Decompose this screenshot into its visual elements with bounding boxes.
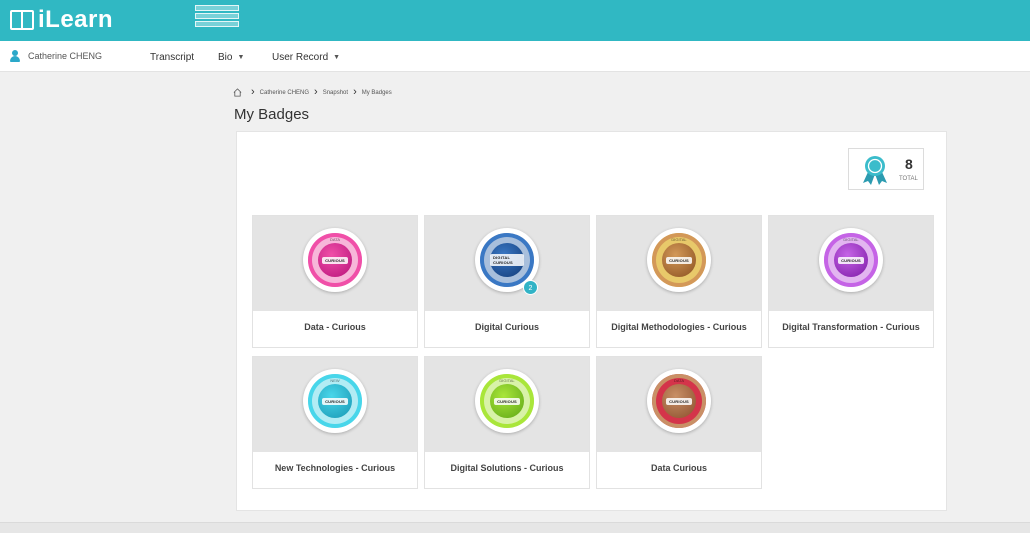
- chevron-right-icon: ›: [353, 86, 357, 98]
- badge-card-label: Data - Curious: [304, 322, 366, 332]
- badge-card-image-area: DIGITAL CURIOUS 2: [425, 216, 589, 311]
- page-title: My Badges: [234, 106, 310, 123]
- badge-word: CURIOUS: [494, 397, 520, 405]
- badge-card[interactable]: DIGITAL CURIOUS 2 Digital Curious: [424, 215, 590, 348]
- badge-ring-text: DATA: [329, 237, 341, 242]
- breadcrumb: › Catherine CHENG › Snapshot › My Badges: [233, 86, 392, 98]
- badge-word: CURIOUS: [322, 256, 348, 264]
- book-icon: [10, 10, 34, 30]
- badge-card[interactable]: CURIOUS DATA Data - Curious: [252, 215, 418, 348]
- caret-down-icon: ▼: [237, 54, 245, 61]
- chevron-right-icon: ›: [314, 86, 318, 98]
- badge-card-label: Digital Methodologies - Curious: [611, 322, 747, 332]
- badge-ring-text: DIGITAL: [843, 237, 859, 242]
- badge-total-label: TOTAL: [899, 176, 918, 182]
- breadcrumb-user[interactable]: Catherine CHENG: [260, 90, 309, 96]
- breadcrumb-current: My Badges: [361, 89, 392, 96]
- badge-medal-icon: CURIOUS DATA: [647, 369, 711, 433]
- page-footer: [0, 522, 1030, 533]
- promo-line: [195, 21, 239, 27]
- badge-ring-text: DIGITAL: [671, 237, 687, 242]
- badge-card-label: New Technologies - Curious: [274, 463, 396, 473]
- badge-card-image-area: CURIOUS DIGITAL: [597, 216, 761, 311]
- app-logo[interactable]: iLearn: [10, 5, 113, 35]
- promo-banner-logo[interactable]: [195, 5, 239, 35]
- badge-card-image-area: CURIOUS DATA: [253, 216, 417, 311]
- top-bar: iLearn: [0, 0, 1030, 41]
- badge-ring-text: NEW: [330, 378, 340, 383]
- badge-medal-icon: CURIOUS DIGITAL: [819, 228, 883, 292]
- badge-card-image-area: CURIOUS NEW: [253, 357, 417, 452]
- home-icon[interactable]: [233, 88, 242, 97]
- promo-line: [195, 5, 239, 11]
- badge-card-label: Digital Solutions - Curious: [450, 463, 564, 473]
- badge-card[interactable]: CURIOUS DIGITAL Digital Transformation -…: [768, 215, 934, 348]
- badge-ring-text: DIGITAL: [499, 378, 515, 383]
- badge-word: CURIOUS: [666, 256, 692, 264]
- badge-word: CURIOUS: [322, 397, 348, 405]
- user-icon: [10, 50, 20, 62]
- badge-medal-icon: DIGITAL CURIOUS 2: [475, 228, 539, 295]
- badge-card-image-area: CURIOUS DATA: [597, 357, 761, 452]
- nav-label: Transcript: [150, 52, 195, 63]
- nav-user-record[interactable]: User Record ▼: [272, 52, 340, 63]
- badge-word: CURIOUS: [666, 397, 692, 405]
- badge-word: DIGITAL CURIOUS: [490, 254, 524, 266]
- nav-transcript[interactable]: Transcript: [150, 52, 194, 63]
- chevron-right-icon: ›: [251, 86, 255, 98]
- badge-medal-icon: CURIOUS DATA: [303, 228, 367, 292]
- badge-total-box: 8 TOTAL: [848, 148, 924, 190]
- breadcrumb-snapshot[interactable]: Snapshot: [323, 90, 348, 96]
- badge-medal-icon: CURIOUS DIGITAL: [475, 369, 539, 433]
- nav-bio[interactable]: Bio ▼: [218, 52, 244, 63]
- user-name: Catherine CHENG: [28, 51, 103, 61]
- badge-medal-icon: CURIOUS NEW: [303, 369, 367, 433]
- badge-card-label: Digital Transformation - Curious: [782, 322, 920, 332]
- user-profile[interactable]: Catherine CHENG: [10, 50, 102, 62]
- nav-label: User Record: [272, 52, 329, 63]
- badges-panel: 8 TOTAL CURIOUS DATA Data - Curious DIGI…: [236, 131, 947, 511]
- caret-down-icon: ▼: [333, 54, 341, 61]
- badge-card[interactable]: CURIOUS DATA Data Curious: [596, 356, 762, 489]
- badge-ring-text: DATA: [673, 378, 685, 383]
- badge-medal-icon: CURIOUS DIGITAL: [647, 228, 711, 292]
- badge-card-label: Digital Curious: [474, 322, 539, 332]
- award-ribbon-icon: [863, 156, 887, 185]
- badge-card[interactable]: CURIOUS NEW New Technologies - Curious: [252, 356, 418, 489]
- app-name: iLearn: [38, 6, 114, 33]
- promo-line: [195, 13, 239, 19]
- badge-card[interactable]: CURIOUS DIGITAL Digital Solutions - Curi…: [424, 356, 590, 489]
- badge-total-count: 8: [905, 156, 913, 172]
- badge-card[interactable]: CURIOUS DIGITAL Digital Methodologies - …: [596, 215, 762, 348]
- nav-label: Bio: [218, 52, 233, 63]
- badge-count-bubble: 2: [523, 280, 538, 295]
- badge-card-label: Data Curious: [650, 463, 707, 473]
- badge-card-image-area: CURIOUS DIGITAL: [425, 357, 589, 452]
- badge-card-image-area: CURIOUS DIGITAL: [769, 216, 933, 311]
- sub-nav-bar: Catherine CHENG Transcript Bio ▼ User Re…: [0, 41, 1030, 72]
- badge-word: CURIOUS: [838, 256, 864, 264]
